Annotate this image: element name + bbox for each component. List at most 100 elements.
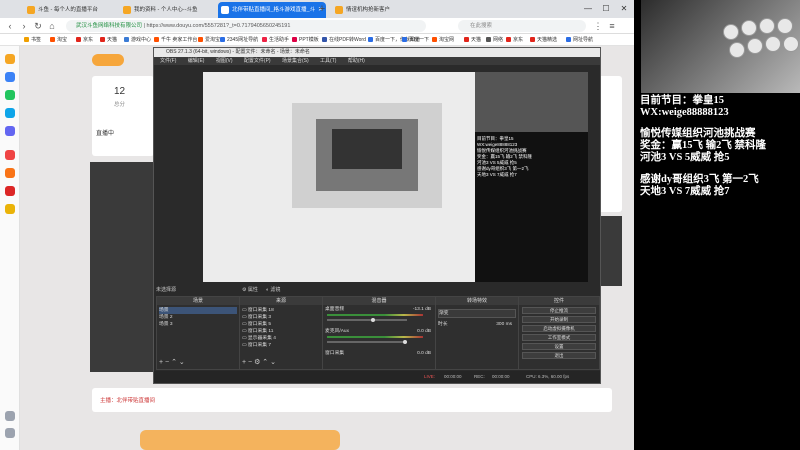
menu-scene-collection[interactable]: 场景集合(S) <box>282 58 309 64</box>
promo-banner[interactable] <box>140 430 340 450</box>
video-area <box>90 162 160 372</box>
scene-item[interactable]: 场景 3 <box>159 321 237 328</box>
menu-help[interactable]: 帮助(H) <box>348 58 365 64</box>
track-db: -13.1 dB <box>412 307 431 312</box>
source-item[interactable]: ▭ 窗口采集 11 <box>242 328 320 335</box>
dock-title: 转场特效 <box>436 297 518 305</box>
bookmark-item[interactable]: 百度一下 <box>402 34 429 46</box>
source-item[interactable]: ▭ 窗口采集 5 <box>242 321 320 328</box>
overlay-prize: 奖金：赢15飞 输2飞 禁科隆 <box>640 140 766 151</box>
anchor-link[interactable]: 主播：北伴带贴直播间 <box>100 396 155 404</box>
bookmark-item[interactable]: 天猫 <box>464 34 481 46</box>
exit-button[interactable]: 退出 <box>522 352 596 359</box>
anchor-card: 12 总分 直播中 <box>92 76 154 156</box>
bookmark-item[interactable]: 网络 <box>486 34 503 46</box>
scene-toolbar[interactable]: + − ⌃ ⌄ <box>159 359 237 367</box>
forward-icon[interactable]: › <box>18 20 30 32</box>
slider-knob[interactable] <box>371 318 375 322</box>
volume-slider[interactable] <box>327 318 407 322</box>
bookmark-item[interactable]: 在线PDF转Word <box>322 34 366 46</box>
filters-button[interactable]: ◐ 滤镜 <box>266 286 296 294</box>
bookmark-item[interactable]: 京东 <box>506 34 523 46</box>
bookmark-item[interactable]: 游戏中心 <box>124 34 151 46</box>
new-tab-button[interactable]: + <box>315 1 329 17</box>
sidebar-icon[interactable] <box>5 72 15 82</box>
mixer-dock: 混音器 桌面音频 -13.1 dB 麦克风/Aux 0.0 dB 窗口采集 0.0 d… <box>322 296 436 370</box>
bookmark-item[interactable]: 千牛 卖家工作台 <box>154 34 197 46</box>
dock-title: 控件 <box>519 297 599 305</box>
overlay-event: 愉悦传媒组织河池挑战赛 <box>640 128 756 139</box>
sidebar-icon[interactable] <box>5 204 15 214</box>
scene-item[interactable]: 场景 <box>159 307 237 314</box>
source-item[interactable]: ▭ 窗口采集 7 <box>242 342 320 349</box>
arcade-button <box>741 20 757 36</box>
sidebar-icon[interactable] <box>5 168 15 178</box>
minimize-button[interactable]: — <box>580 1 596 17</box>
scene-item[interactable]: 场景 2 <box>159 314 237 321</box>
close-window-button[interactable]: ✕ <box>616 1 632 17</box>
source-item[interactable]: ▭ 窗口采集 18 <box>242 307 320 314</box>
menu-tools[interactable]: 工具(T) <box>320 58 336 64</box>
obs-status-bar: LIVE: 00:00:00 REC: 00:00:00 CPU: 6.3%, … <box>154 371 600 383</box>
browser-toolbar: ‹ › ↻ ⌂ 武汉斗鱼网络科技有限公司 | https://www.douyu… <box>0 18 634 34</box>
bookmark-item[interactable]: 淘宝网 <box>432 34 454 46</box>
controls-dock: 控件 停止推流 开始录制 启动虚拟摄像机 工作室模式 设置 退出 <box>518 296 600 370</box>
duration-input[interactable]: 300 ms <box>496 321 512 328</box>
menu-edit[interactable]: 编辑(E) <box>188 58 205 64</box>
score-value: 12 <box>114 86 126 97</box>
sidebar-icon[interactable] <box>5 54 15 64</box>
sidebar-icon[interactable] <box>5 90 15 100</box>
start-recording-button[interactable]: 开始录制 <box>522 316 596 323</box>
bookmark-item[interactable]: 爱淘宝 <box>198 34 220 46</box>
bookmark-item[interactable]: 生活助手 <box>262 34 289 46</box>
overlay-line: 天地3 VS 7威威 抢7 <box>477 172 517 177</box>
bookmark-item[interactable]: PPT模板 <box>292 34 319 46</box>
tab-douyu-home[interactable]: 斗鱼 - 每个人的直播平台 <box>24 2 128 18</box>
bookmark-item[interactable]: 书签 <box>24 34 41 46</box>
arcade-button <box>747 38 763 54</box>
volume-slider[interactable] <box>327 340 407 344</box>
search-input[interactable]: 在此搜索 <box>458 20 586 32</box>
address-bar[interactable]: 武汉斗鱼网络科技有限公司 | https://www.douyu.com/555… <box>66 20 426 32</box>
add-icon[interactable] <box>5 411 15 421</box>
sidebar <box>0 46 20 450</box>
bookmark-item[interactable]: 网址导航 <box>566 34 593 46</box>
bookmark-item[interactable]: 2345网址导航 <box>220 34 258 46</box>
obs-preview[interactable]: 目前节目：拳皇15 WX:weige88888123 愉悦传媒组织河池挑战赛 奖… <box>203 72 588 282</box>
bookmark-item[interactable]: 天猫精选 <box>530 34 557 46</box>
menu-profile[interactable]: 配置文件(P) <box>244 58 271 64</box>
sidebar-icon[interactable] <box>5 150 15 160</box>
arcade-button <box>783 36 799 52</box>
transition-select[interactable]: 渐变 <box>438 309 516 318</box>
extensions-icon[interactable]: ⋮ <box>592 20 604 32</box>
source-toolbar[interactable]: + − ⚙ ⌃ ⌄ <box>242 359 320 367</box>
sidebar-icon[interactable] <box>5 126 15 136</box>
tab-profile[interactable]: 我的资料 - 个人中心--斗鱼 <box>120 2 222 18</box>
virtual-camera-button[interactable]: 启动虚拟摄像机 <box>522 325 596 332</box>
source-item[interactable]: ▭ 窗口采集 3 <box>242 314 320 321</box>
sidebar-icon[interactable] <box>5 108 15 118</box>
stop-streaming-button[interactable]: 停止推流 <box>522 307 596 314</box>
settings-icon[interactable] <box>5 428 15 438</box>
studio-mode-button[interactable]: 工作室模式 <box>522 334 596 341</box>
source-item[interactable]: ▭ 显示器采集 4 <box>242 335 320 342</box>
refresh-icon[interactable]: ↻ <box>32 20 44 32</box>
bookmark-item[interactable]: 天猫 <box>100 34 117 46</box>
preview-overlay-text: 目前节目：拳皇15 WX:weige88888123 愉悦传媒组织河池挑战赛 奖… <box>477 136 587 178</box>
rec-time: 00:00:00 <box>492 374 510 379</box>
bookmark-item[interactable]: 京东 <box>76 34 93 46</box>
home-icon[interactable]: ⌂ <box>46 20 58 32</box>
menu-icon[interactable]: ≡ <box>606 20 618 32</box>
menu-file[interactable]: 文件(F) <box>160 58 176 64</box>
slider-knob[interactable] <box>403 340 407 344</box>
settings-button[interactable]: 设置 <box>522 343 596 350</box>
back-icon[interactable]: ‹ <box>4 20 16 32</box>
sidebar-icon[interactable] <box>5 186 15 196</box>
bookmark-item[interactable]: 淘宝 <box>50 34 67 46</box>
sources-dock: 来源 ▭ 窗口采集 18 ▭ 窗口采集 3 ▭ 窗口采集 5 ▭ 窗口采集 11… <box>239 296 323 370</box>
menu-view[interactable]: 视图(V) <box>216 58 233 64</box>
tab-agency[interactable]: 情谊机构抢新客户 <box>332 2 446 18</box>
arcade-button <box>723 24 739 40</box>
maximize-button[interactable]: ☐ <box>598 1 614 17</box>
tab-live-room[interactable]: 北伴带贴直播间_格斗游戏直播_斗 ✕ <box>218 2 326 18</box>
